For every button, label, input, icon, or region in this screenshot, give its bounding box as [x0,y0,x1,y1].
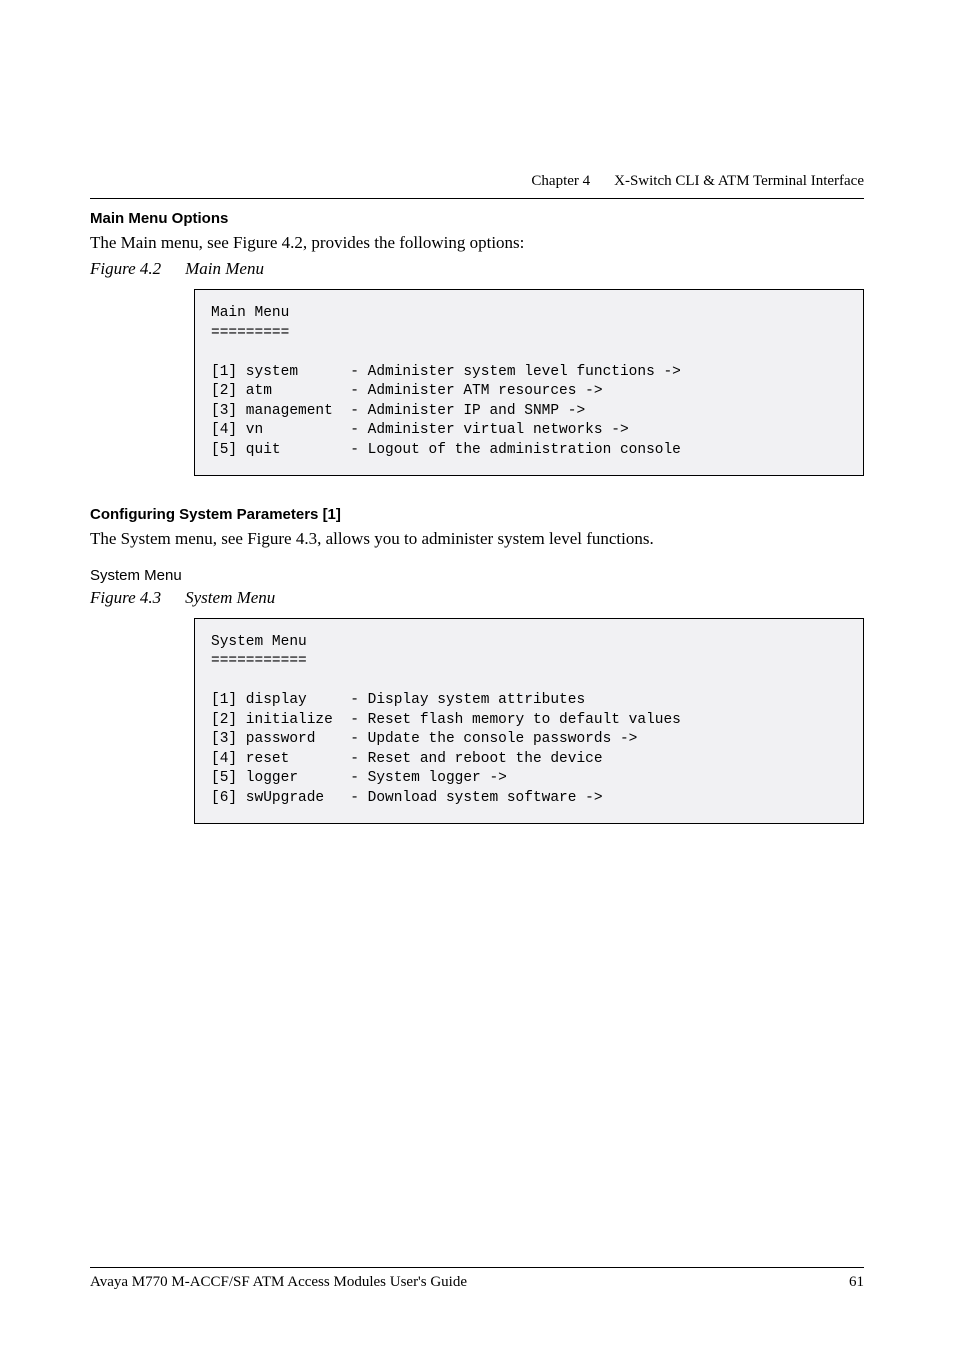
header-rule [90,198,864,199]
content-area: Main Menu Options The Main menu, see Fig… [90,170,864,824]
figure-4-2-caption: Figure 4.2 Main Menu [90,259,864,279]
system-menu-code-box: System Menu =========== [1] display - Di… [194,618,864,824]
running-header: Chapter 4 X-Switch CLI & ATM Terminal Int… [531,173,864,190]
main-menu-options-heading: Main Menu Options [90,210,864,227]
figure-4-3-number: Figure 4.3 [90,588,161,607]
figure-4-2-title: Main Menu [185,259,264,278]
system-menu-subheading: System Menu [90,567,864,584]
system-menu-intro: The System menu, see Figure 4.3, allows … [90,529,864,549]
figure-4-3-caption: Figure 4.3 System Menu [90,588,864,608]
chapter-label: Chapter 4 [531,173,590,189]
main-menu-code-box: Main Menu ========= [1] system - Adminis… [194,289,864,476]
footer-page-number: 61 [849,1274,864,1291]
figure-4-3-title: System Menu [185,588,275,607]
chapter-title: X-Switch CLI & ATM Terminal Interface [614,173,864,189]
footer-left: Avaya M770 M-ACCF/SF ATM Access Modules … [90,1274,467,1291]
page-footer: Avaya M770 M-ACCF/SF ATM Access Modules … [90,1267,864,1291]
configuring-system-parameters-heading: Configuring System Parameters [1] [90,506,864,523]
figure-4-2-number: Figure 4.2 [90,259,161,278]
page: Chapter 4 X-Switch CLI & ATM Terminal Int… [0,0,954,1351]
main-menu-intro: The Main menu, see Figure 4.2, provides … [90,233,864,253]
